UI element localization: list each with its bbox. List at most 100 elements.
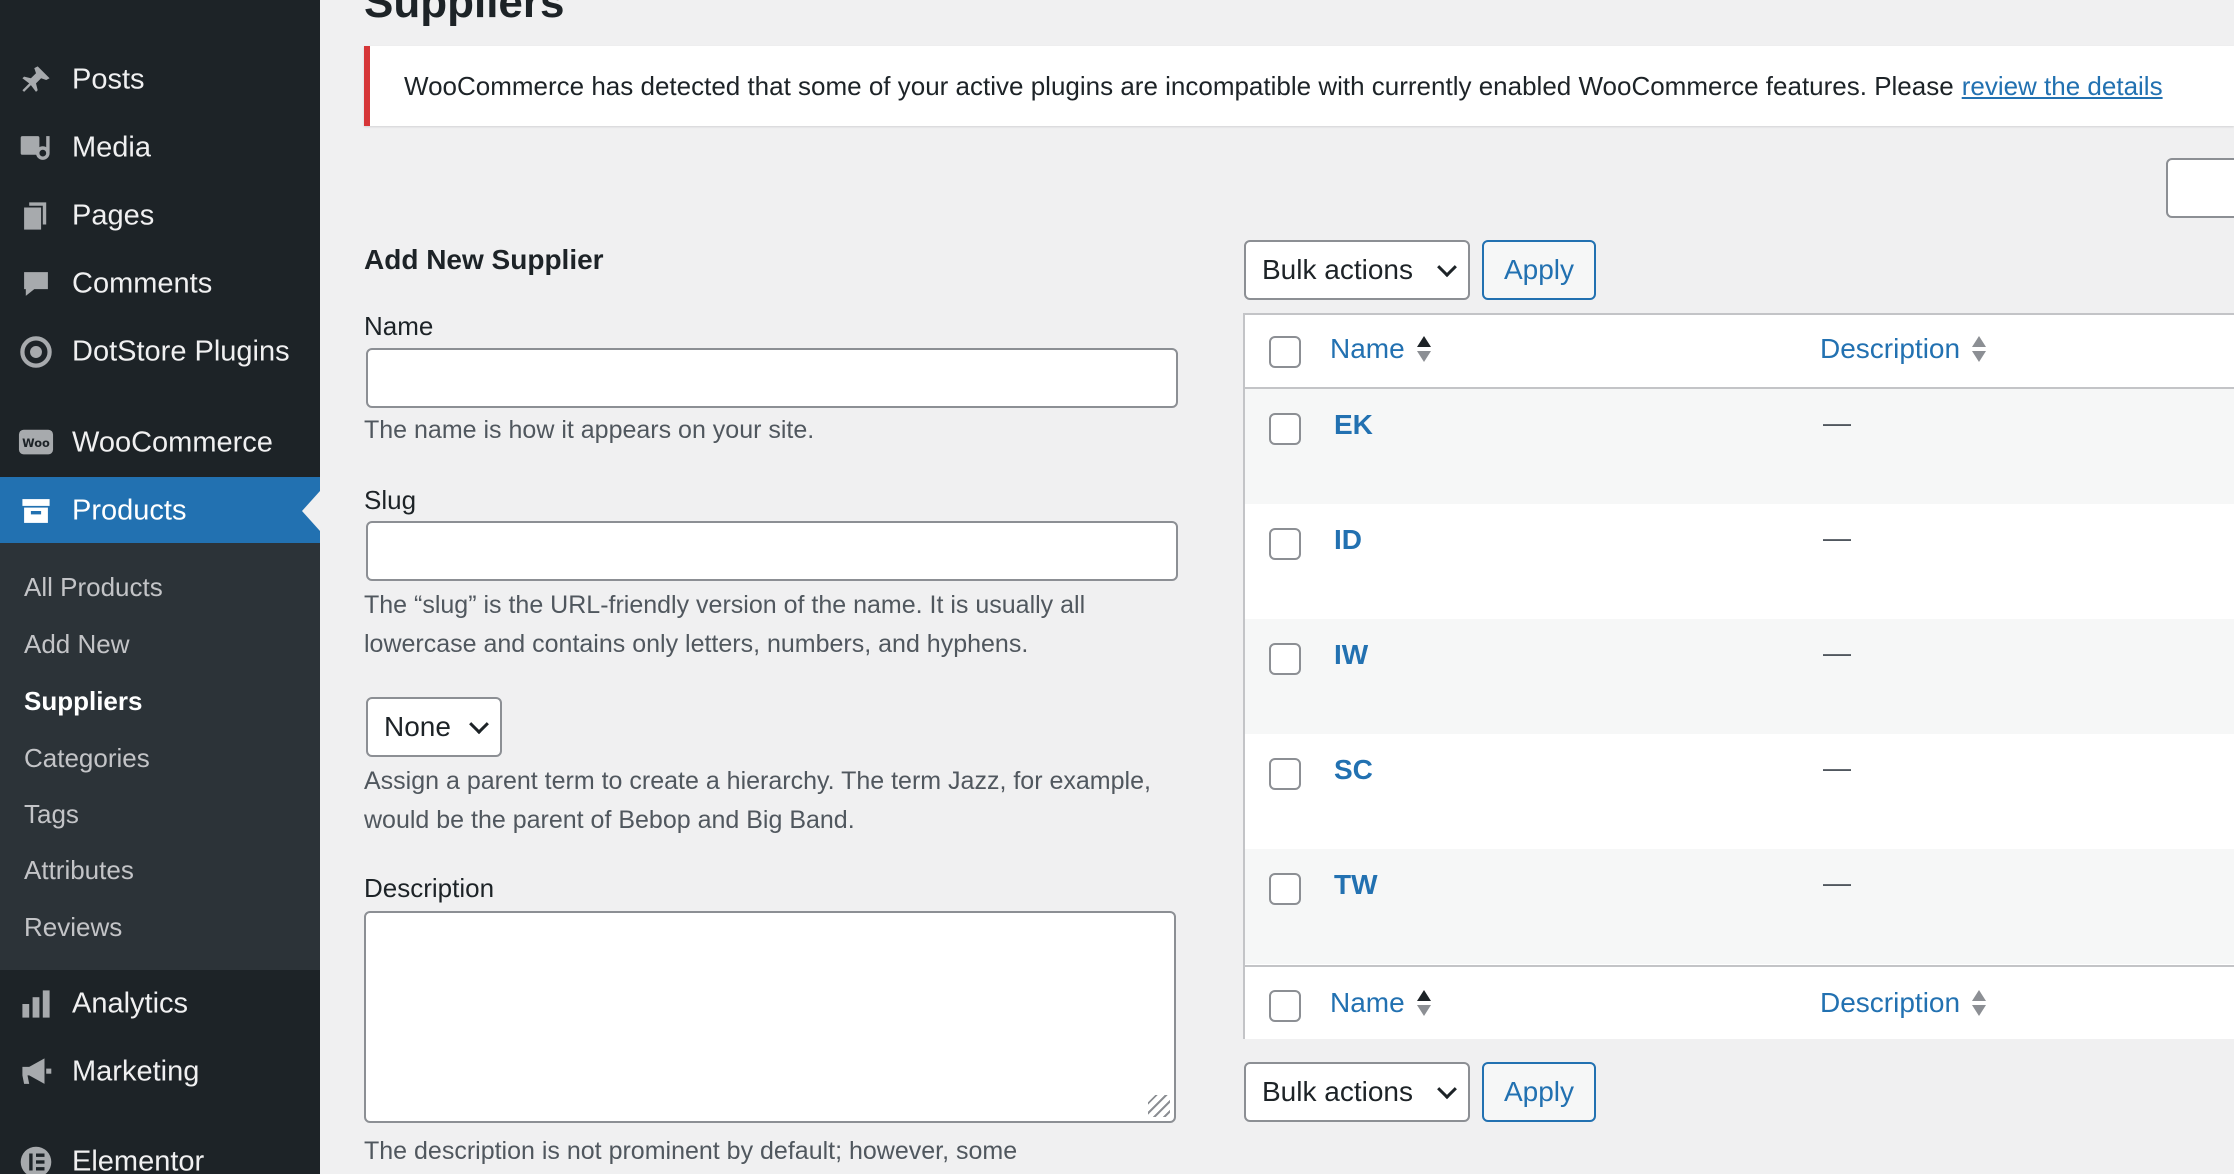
column-name-header[interactable]: Name [1330,333,1431,365]
parent-select[interactable]: None [366,697,502,757]
column-label: Description [1820,333,1961,364]
slug-input[interactable] [366,521,1178,581]
menu-label: Media [72,131,151,164]
sort-arrows-icon [1972,334,1987,364]
column-name-footer[interactable]: Name [1330,987,1431,1019]
menu-pages[interactable]: Pages [0,182,320,250]
menu-label: WooCommerce [72,426,273,459]
row-checkbox[interactable] [1269,758,1301,790]
submenu-suppliers[interactable]: Suppliers [24,686,142,717]
menu-label: Pages [72,199,155,232]
apply-button-bottom[interactable]: Apply [1482,1062,1596,1122]
menu-elementor[interactable]: Elementor [0,1128,320,1174]
target-icon [18,334,54,370]
menu-label: Elementor [72,1145,205,1174]
row-checkbox[interactable] [1269,528,1301,560]
incompatible-plugins-notice: WooCommerce has detected that some of yo… [364,46,2234,126]
submenu-reviews[interactable]: Reviews [24,912,122,943]
chevron-down-icon [469,714,489,735]
column-label: Description [1820,987,1961,1018]
woo-icon: Woo [18,425,54,461]
column-label: Name [1330,987,1405,1018]
supplier-description: — [1823,407,1851,438]
menu-label: Comments [72,267,213,300]
supplier-name-link[interactable]: TW [1334,869,1378,901]
menu-posts[interactable]: Posts [0,46,320,114]
menu-dotstore-plugins[interactable]: DotStore Plugins [0,318,320,386]
submenu-tags[interactable]: Tags [24,799,79,830]
bulk-actions-label: Bulk actions [1262,1076,1413,1107]
add-new-heading: Add New Supplier [364,244,604,275]
submenu-all-products[interactable]: All Products [24,572,163,603]
comment-icon [18,266,54,302]
table-row: EK — [1245,389,2234,504]
supplier-name-link[interactable]: EK [1334,409,1373,441]
description-label: Description [364,873,495,903]
page-title: Suppliers [364,0,565,27]
sort-arrows-icon [1972,988,1987,1018]
table-row: IW — [1245,619,2234,734]
slug-help: The “slug” is the URL-friendly version o… [364,591,1086,658]
menu-analytics[interactable]: Analytics [0,970,320,1038]
sort-arrows-icon [1416,988,1431,1018]
sort-arrows-icon [1416,334,1431,364]
chevron-down-icon [1437,1079,1457,1100]
menu-media[interactable]: Media [0,114,320,182]
name-input[interactable] [366,348,1178,408]
bulk-actions-label: Bulk actions [1262,254,1413,285]
resize-handle-icon[interactable] [1148,1095,1170,1117]
supplier-description: — [1823,522,1851,553]
column-description-header[interactable]: Description [1820,333,1987,365]
woo-badge-text: Woo [22,436,50,450]
search-input[interactable] [2166,158,2234,218]
menu-marketing[interactable]: Marketing [0,1038,320,1106]
menu-products[interactable]: Products [0,477,320,545]
apply-button-top[interactable]: Apply [1482,240,1596,300]
menu-label: Marketing [72,1055,200,1088]
select-all-checkbox[interactable] [1269,336,1301,368]
bar-chart-icon [18,986,54,1022]
chevron-down-icon [1437,257,1457,278]
review-details-link[interactable]: review the details [1962,71,2163,102]
row-checkbox[interactable] [1269,873,1301,905]
name-help: The name is how it appears on your site. [364,416,815,444]
menu-label: Analytics [72,987,189,1020]
archive-icon [18,493,54,529]
supplier-description: — [1823,752,1851,783]
column-description-footer[interactable]: Description [1820,987,1987,1019]
row-checkbox[interactable] [1269,643,1301,675]
supplier-name-link[interactable]: IW [1334,639,1368,671]
megaphone-icon [18,1054,54,1090]
table-row: TW — [1245,849,2234,964]
row-checkbox[interactable] [1269,413,1301,445]
menu-comments[interactable]: Comments [0,250,320,318]
supplier-description: — [1823,867,1851,898]
menu-label: DotStore Plugins [72,335,290,368]
table-row: ID — [1245,504,2234,619]
elementor-icon [18,1144,54,1174]
products-submenu: All Products Add New Suppliers Categorie… [0,543,320,970]
submenu-attributes[interactable]: Attributes [24,855,134,886]
supplier-description: — [1823,637,1851,668]
menu-label: Products [72,494,187,527]
table-header: Name Description [1245,315,2234,389]
parent-select-value: None [384,711,451,742]
slug-label: Slug [364,485,417,515]
submenu-categories[interactable]: Categories [24,743,150,774]
supplier-name-link[interactable]: SC [1334,754,1373,786]
pages-icon [18,198,54,234]
menu-label: Posts [72,63,145,96]
suppliers-table: Name Description EK — ID — IW — SC — TW … [1243,313,2234,1039]
description-textarea[interactable] [364,911,1176,1123]
submenu-add-new[interactable]: Add New [24,629,130,660]
bulk-actions-select-top[interactable]: Bulk actions [1244,240,1470,300]
media-icon [18,130,54,166]
menu-woocommerce[interactable]: Woo WooCommerce [0,409,320,477]
supplier-name-link[interactable]: ID [1334,524,1362,556]
select-all-checkbox-bottom[interactable] [1269,990,1301,1022]
notice-text: WooCommerce has detected that some of yo… [404,70,1954,101]
parent-help: Assign a parent term to create a hierarc… [364,767,1151,834]
column-label: Name [1330,333,1405,364]
bulk-actions-select-bottom[interactable]: Bulk actions [1244,1062,1470,1122]
pin-icon [18,62,54,98]
